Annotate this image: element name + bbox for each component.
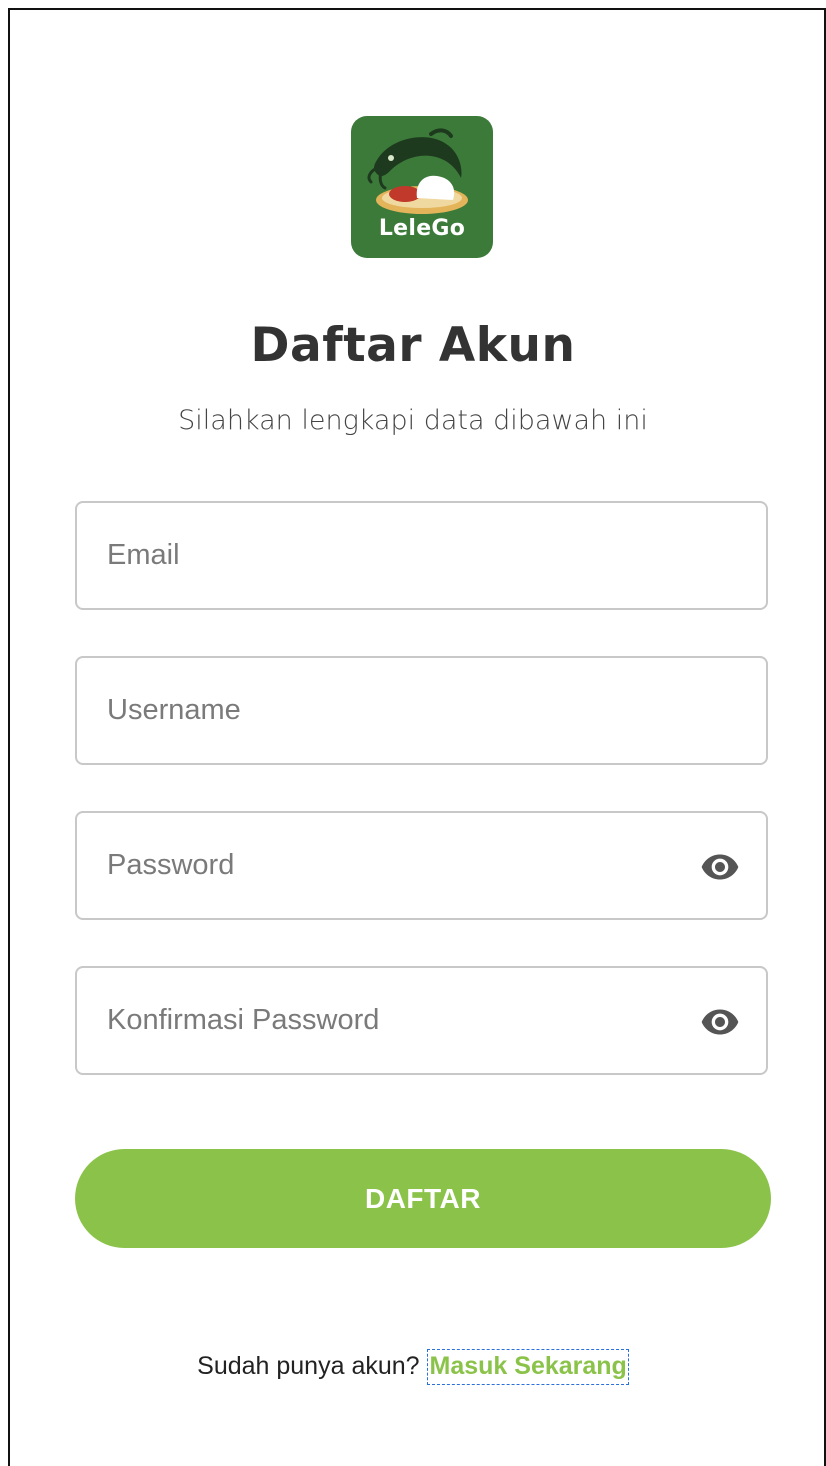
eye-icon[interactable]: [696, 1002, 744, 1042]
password-input[interactable]: [107, 813, 687, 918]
confirm-password-input[interactable]: [107, 968, 687, 1073]
username-field[interactable]: [75, 656, 768, 765]
username-input[interactable]: [107, 658, 687, 763]
email-field[interactable]: [75, 501, 768, 610]
page-subtitle: Silahkan lengkapi data dibawah ini: [178, 405, 648, 436]
logo-text: LeleGo: [378, 216, 466, 241]
register-button[interactable]: DAFTAR: [75, 1149, 771, 1248]
window-border-top: [8, 8, 826, 10]
password-field[interactable]: [75, 811, 768, 920]
page-title: Daftar Akun: [250, 318, 576, 373]
login-prompt: Sudah punya akun? Masuk Sekarang: [0, 1349, 826, 1385]
window-border-left: [8, 8, 10, 1466]
confirm-password-field[interactable]: [75, 966, 768, 1075]
login-link[interactable]: Masuk Sekarang: [426, 1349, 629, 1385]
login-prompt-text: Sudah punya akun?: [197, 1352, 420, 1380]
email-input[interactable]: [107, 503, 687, 608]
app-logo: LeleGo: [351, 116, 493, 258]
eye-icon[interactable]: [696, 847, 744, 887]
